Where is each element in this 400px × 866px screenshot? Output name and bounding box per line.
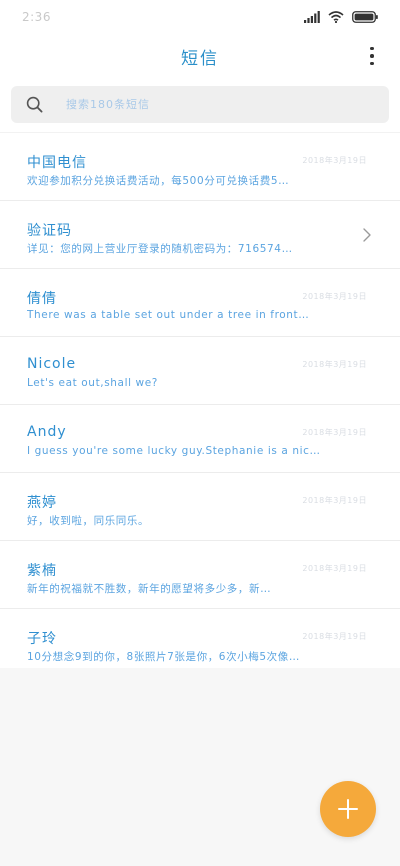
chevron-right-icon xyxy=(363,228,371,242)
message-preview: There was a table set out under a tree i… xyxy=(27,309,310,321)
message-preview: 10分想念9到的你，8张照片7张是你，6次小梅5次像… xyxy=(27,651,300,663)
message-preview: 详见：您的网上营业厅登录的随机密码为：716574… xyxy=(27,243,293,255)
page-title: 短信 xyxy=(181,49,219,69)
more-vertical-icon xyxy=(370,46,374,51)
message-preview: 欢迎参加积分兑换话费活动，每500分可兑换话费5… xyxy=(27,175,290,187)
message-date: 2018年3月19日 xyxy=(302,156,367,165)
status-time: 2:36 xyxy=(22,10,51,24)
conversation-item[interactable]: 验证码 详见：您的网上营业厅登录的随机密码为：716574… xyxy=(0,200,400,268)
more-vertical-icon-dot xyxy=(370,61,374,66)
message-preview: 新年的祝福就不胜数，新年的愿望将多少多，新… xyxy=(27,583,272,595)
contact-name: Andy xyxy=(27,424,67,440)
search-input[interactable]: 搜索180条短信 xyxy=(11,86,389,123)
conversation-item[interactable]: Andy 2018年3月19日 I guess you're some luck… xyxy=(0,404,400,472)
message-date: 2018年3月19日 xyxy=(302,360,367,369)
messaging-app: 2:36 短信 搜索180条短信 中国电信 2018年3月19日 欢迎参加积分兑… xyxy=(0,0,400,866)
contact-name: 倩倩 xyxy=(27,291,57,307)
contact-name: Nicole xyxy=(27,356,77,372)
title-bar: 短信 xyxy=(0,36,400,76)
contact-name: 验证码 xyxy=(27,223,72,239)
message-preview: I guess you're some lucky guy.Stephanie … xyxy=(27,445,321,457)
message-date: 2018年3月19日 xyxy=(302,292,367,301)
contact-name: 紫楠 xyxy=(27,563,57,579)
contact-name: 中国电信 xyxy=(27,155,87,171)
conversation-item[interactable]: Nicole 2018年3月19日 Let's eat out,shall we… xyxy=(0,336,400,404)
message-date: 2018年3月19日 xyxy=(302,428,367,437)
message-preview: Let's eat out,shall we? xyxy=(27,377,158,389)
conversation-list: 中国电信 2018年3月19日 欢迎参加积分兑换话费活动，每500分可兑换话费5… xyxy=(0,132,400,676)
message-preview: 好，收到啦，同乐同乐。 xyxy=(27,515,150,527)
conversation-item[interactable]: 紫楠 2018年3月19日 新年的祝福就不胜数，新年的愿望将多少多，新… xyxy=(0,540,400,608)
contact-name: 燕婷 xyxy=(27,495,57,511)
status-bar: 2:36 xyxy=(0,0,400,34)
plus-icon-bar xyxy=(346,799,350,819)
status-icons xyxy=(304,9,378,25)
contact-name: 子玲 xyxy=(27,631,57,647)
conversation-item[interactable]: 子玲 2018年3月19日 10分想念9到的你，8张照片7张是你，6次小梅5次像… xyxy=(0,608,400,676)
new-message-button[interactable] xyxy=(320,781,376,837)
conversation-item[interactable]: 中国电信 2018年3月19日 欢迎参加积分兑换话费活动，每500分可兑换话费5… xyxy=(0,132,400,200)
signal-icon xyxy=(304,11,320,23)
more-vertical-icon-dot xyxy=(370,54,374,58)
conversation-item[interactable]: 燕婷 2018年3月19日 好，收到啦，同乐同乐。 xyxy=(0,472,400,540)
conversation-item[interactable]: 倩倩 2018年3月19日 There was a table set out … xyxy=(0,268,400,336)
search-placeholder: 搜索180条短信 xyxy=(66,98,150,111)
search-icon xyxy=(26,96,43,113)
battery-icon xyxy=(352,11,378,23)
message-date: 2018年3月19日 xyxy=(302,632,367,641)
message-date: 2018年3月19日 xyxy=(302,564,367,573)
message-date: 2018年3月19日 xyxy=(302,496,367,505)
more-options-button[interactable] xyxy=(364,42,380,70)
wifi-icon xyxy=(328,11,344,23)
